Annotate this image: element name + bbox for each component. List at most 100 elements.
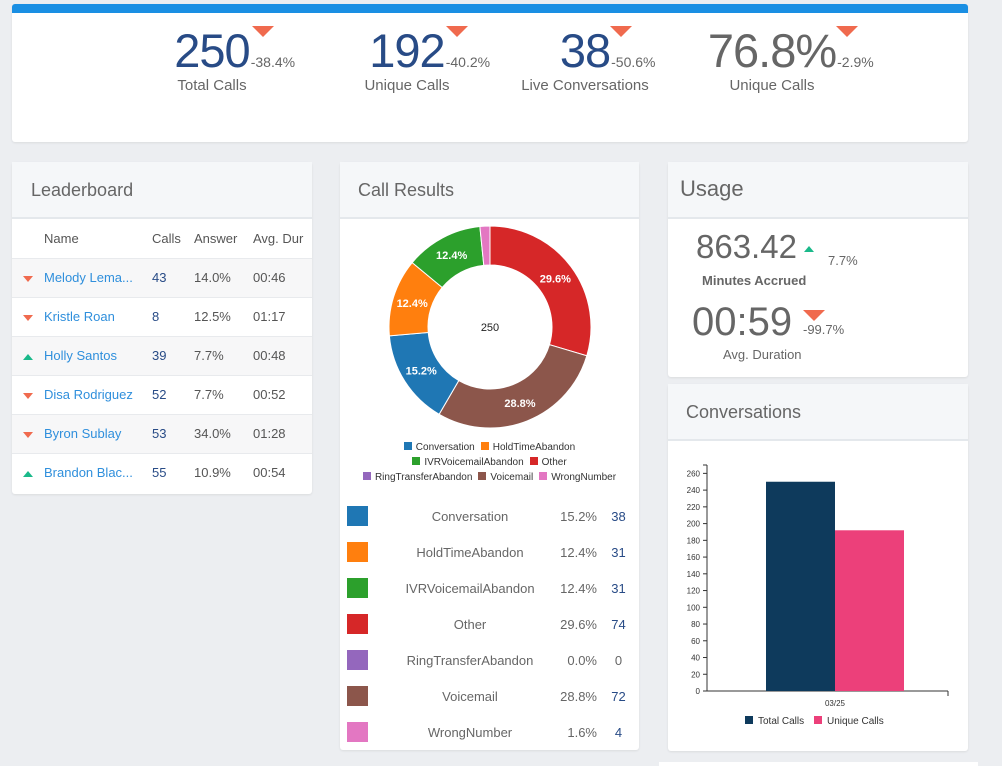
leaderboard-row: Byron Sublay 53 34.0% 01:28 [12, 413, 312, 453]
agent-avg-duration: 00:46 [253, 257, 312, 297]
leaderboard-title: Leaderboard [12, 162, 312, 219]
leaderboard-row: Holly Santos 39 7.7% 00:48 [12, 335, 312, 375]
column-header-calls[interactable]: Calls [152, 219, 194, 258]
trend-up-icon [23, 354, 33, 360]
call-result-row: RingTransferAbandon 0.0% 0 [340, 642, 639, 678]
legend-item[interactable]: WrongNumber [539, 470, 616, 485]
result-count[interactable]: 31 [606, 545, 631, 560]
leaderboard-table: Name Calls Answer Avg. Dur Melody Lema..… [12, 219, 312, 492]
legend-item[interactable]: HoldTimeAbandon [480, 440, 576, 455]
result-percent: 28.8% [560, 689, 597, 704]
y-tick-label: 140 [687, 570, 701, 579]
leaderboard-card: Leaderboard Name Calls Answer Avg. Dur M… [12, 162, 312, 494]
call-results-card: Call Results 29.6% 28.8% 15.2% 12.4% 12.4% 25… [340, 162, 639, 750]
kpi-value: 38 [559, 24, 611, 77]
leaderboard-row: Kristle Roan 8 12.5% 01:17 [12, 296, 312, 336]
kpi-unique-calls-pct: 76.8% -2.9% Unique Calls [687, 23, 874, 94]
kpi-label: Unique Calls [364, 77, 450, 94]
donut-data-label: 28.8% [504, 398, 535, 410]
avg-duration-value: 00:59 [692, 300, 793, 344]
agent-name-link[interactable]: Disa Rodriguez [44, 374, 152, 414]
legend-item[interactable]: RingTransferAbandon [362, 470, 473, 485]
legend-item[interactable]: Other [529, 455, 567, 470]
usage-title: Usage [668, 162, 968, 219]
legend-item[interactable]: Conversation [403, 440, 475, 455]
agent-answer-rate: 14.0% [194, 257, 253, 297]
result-count[interactable]: 72 [606, 689, 631, 704]
column-header-name[interactable]: Name [44, 219, 152, 258]
result-color-swatch [347, 614, 368, 634]
y-tick-label: 80 [691, 620, 700, 629]
call-results-title: Call Results [340, 162, 639, 219]
legend-label: HoldTimeAbandon [492, 442, 576, 453]
trend-down-icon [23, 432, 33, 438]
conversations-card: Conversations 0 20 40 60 80 100 120 140 160 180 20… [668, 384, 968, 751]
result-count[interactable]: 38 [606, 509, 631, 524]
kpi-label: Total Calls [177, 77, 247, 94]
bar-total-calls [766, 481, 835, 691]
trend-down-icon [835, 26, 858, 37]
minutes-accrued-value: 863.42 [696, 228, 797, 265]
result-percent: 1.6% [567, 725, 597, 740]
call-results-table: Conversation 15.2% 38 HoldTimeAbandon 12.4% 3… [340, 498, 639, 750]
legend-label: Conversation [415, 442, 475, 453]
y-tick-label: 0 [696, 687, 701, 696]
donut-data-label: 29.6% [540, 273, 571, 285]
minutes-accrued-label: Minutes Accrued [702, 273, 807, 288]
kpi-total-calls: 250 -38.4% Total Calls [142, 23, 295, 94]
y-tick-label: 240 [687, 486, 701, 495]
result-name: Conversation [431, 509, 509, 524]
call-result-row: Other 29.6% 74 [340, 606, 639, 642]
result-count[interactable]: 31 [606, 581, 631, 596]
bar-unique-calls [835, 530, 904, 691]
donut-legend: Conversation HoldTimeAbandon IVRVoicemailA… [340, 440, 639, 485]
result-name: IVRVoicemailAbandon [405, 581, 535, 596]
agent-name-link[interactable]: Kristle Roan [44, 296, 152, 336]
leaderboard-row: Disa Rodriguez 52 7.7% 00:52 [12, 374, 312, 414]
trend-down-icon [23, 393, 33, 399]
legend-label: Other [541, 457, 567, 468]
agent-calls: 43 [152, 257, 194, 297]
kpi-delta: -2.9% [837, 54, 874, 70]
kpi-delta: -50.6% [611, 54, 656, 70]
call-result-row: Conversation 15.2% 38 [340, 498, 639, 534]
result-color-swatch [347, 686, 368, 706]
y-tick-label: 60 [691, 637, 700, 646]
legend-label: RingTransferAbandon [374, 472, 473, 483]
agent-name-link[interactable]: Brandon Blac... [44, 452, 152, 492]
donut-slice-other[interactable] [489, 225, 592, 357]
legend-swatch [529, 457, 538, 465]
result-name: WrongNumber [427, 725, 513, 740]
column-header-avg-dur[interactable]: Avg. Dur [253, 219, 312, 258]
donut-data-label: 12.4% [397, 298, 428, 310]
agent-name-link[interactable]: Melody Lema... [44, 257, 152, 297]
y-tick-label: 100 [687, 603, 701, 612]
agent-name-link[interactable]: Holly Santos [44, 335, 152, 375]
avg-duration-label: Avg. Duration [723, 347, 802, 362]
result-count: 0 [614, 653, 623, 668]
agent-name-link[interactable]: Byron Sublay [44, 413, 152, 453]
kpi-value: 76.8% [707, 24, 837, 77]
column-header-answer[interactable]: Answer [194, 219, 253, 258]
legend-swatch [412, 457, 421, 465]
result-count[interactable]: 4 [606, 725, 631, 740]
y-tick-label: 40 [691, 654, 700, 663]
result-color-swatch [347, 650, 368, 670]
donut-slice-voicemail[interactable] [438, 344, 588, 429]
agent-answer-rate: 34.0% [194, 413, 253, 453]
legend-label: WrongNumber [551, 472, 617, 483]
donut-data-label: 12.4% [436, 250, 467, 262]
agent-answer-rate: 10.9% [194, 452, 253, 492]
legend-item[interactable]: IVRVoicemailAbandon [412, 455, 524, 470]
legend-item[interactable]: Voicemail [478, 470, 533, 485]
trend-down-icon [609, 26, 632, 37]
result-percent: 12.4% [560, 545, 597, 560]
x-tick-label: 03/25 [825, 699, 846, 708]
kpi-summary-card: 250 -38.4% Total Calls 192 -40.2% Unique… [12, 4, 968, 142]
kpi-live-conversations: 38 -50.6% Live Conversations [515, 23, 655, 94]
legend-label: IVRVoicemailAbandon [424, 457, 524, 468]
avg-duration-delta: -99.7% [803, 322, 845, 337]
legend-swatch [362, 472, 371, 480]
result-count[interactable]: 74 [606, 617, 631, 632]
result-name: HoldTimeAbandon [416, 545, 524, 560]
